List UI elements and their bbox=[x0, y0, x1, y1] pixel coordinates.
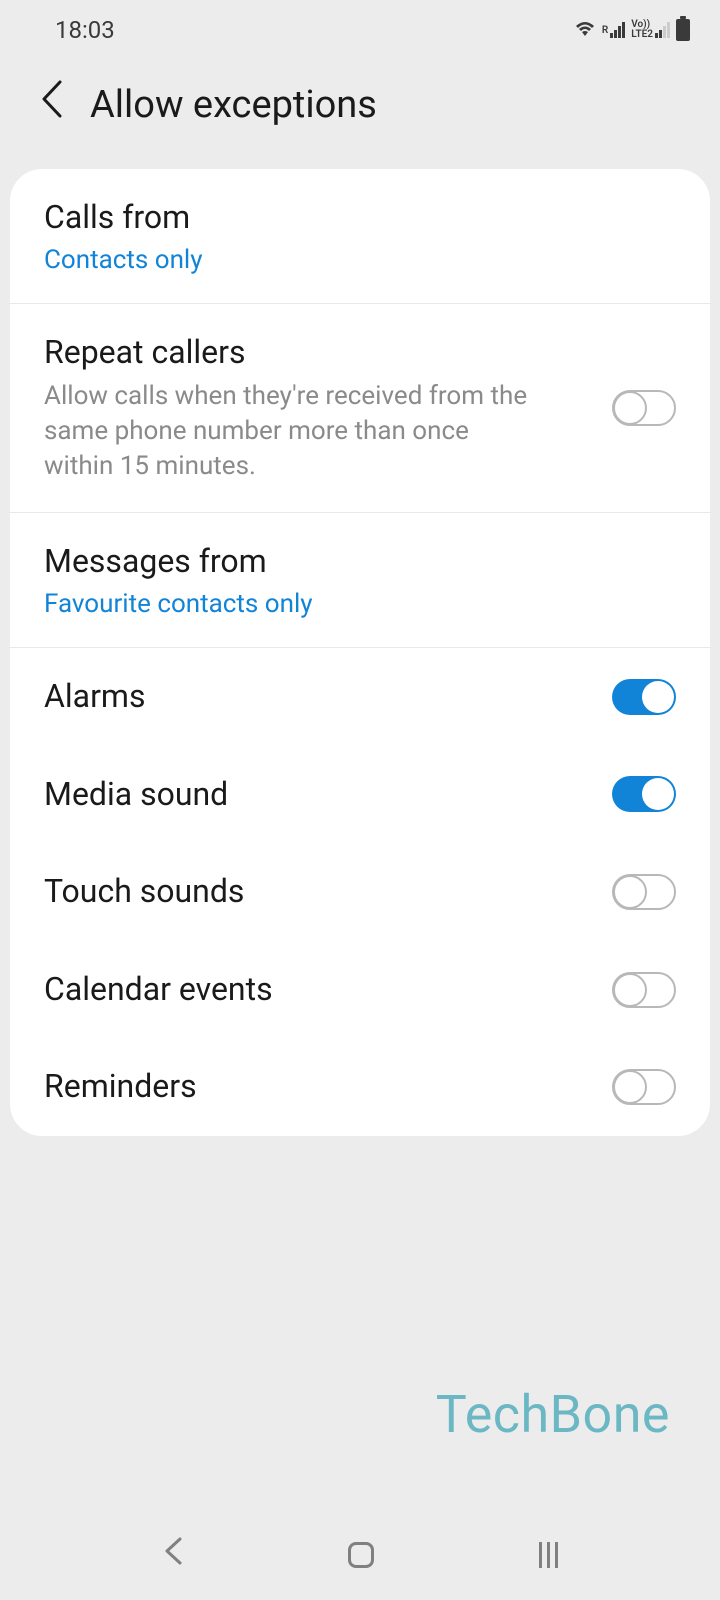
calls-from-value: Contacts only bbox=[44, 245, 676, 275]
touch-sounds-title: Touch sounds bbox=[44, 871, 244, 913]
calendar-events-toggle[interactable] bbox=[612, 972, 676, 1008]
signal-volte-icon: Vo)) LTE2 bbox=[631, 20, 670, 40]
calendar-events-row[interactable]: Calendar events bbox=[10, 941, 710, 1039]
back-icon[interactable] bbox=[40, 80, 62, 129]
nav-recents-icon[interactable] bbox=[539, 1542, 558, 1568]
status-bar: 18:03 R Vo)) LTE2 bbox=[0, 0, 720, 60]
messages-from-title: Messages from bbox=[44, 541, 676, 583]
calls-from-row[interactable]: Calls from Contacts only bbox=[10, 169, 710, 304]
repeat-callers-row[interactable]: Repeat callers Allow calls when they're … bbox=[10, 304, 710, 514]
reminders-row[interactable]: Reminders bbox=[10, 1038, 710, 1136]
alarms-toggle[interactable] bbox=[612, 679, 676, 715]
repeat-callers-toggle[interactable] bbox=[612, 390, 676, 426]
alarms-title: Alarms bbox=[44, 676, 145, 718]
reminders-toggle[interactable] bbox=[612, 1069, 676, 1105]
nav-home-icon[interactable] bbox=[348, 1542, 374, 1568]
battery-icon bbox=[676, 19, 690, 41]
touch-sounds-toggle[interactable] bbox=[612, 874, 676, 910]
messages-from-value: Favourite contacts only bbox=[44, 589, 676, 619]
settings-card: Calls from Contacts only Repeat callers … bbox=[10, 169, 710, 1136]
alarms-row[interactable]: Alarms bbox=[10, 648, 710, 746]
status-icons: R Vo)) LTE2 bbox=[574, 16, 690, 44]
touch-sounds-row[interactable]: Touch sounds bbox=[10, 843, 710, 941]
calls-from-title: Calls from bbox=[44, 197, 676, 239]
wifi-icon bbox=[574, 16, 596, 44]
calendar-events-title: Calendar events bbox=[44, 969, 273, 1011]
nav-back-icon[interactable] bbox=[163, 1535, 183, 1575]
status-time: 18:03 bbox=[55, 16, 115, 44]
header: Allow exceptions bbox=[0, 60, 720, 169]
watermark: TechBone bbox=[436, 1384, 670, 1445]
media-sound-toggle[interactable] bbox=[612, 776, 676, 812]
reminders-title: Reminders bbox=[44, 1066, 197, 1108]
messages-from-row[interactable]: Messages from Favourite contacts only bbox=[10, 513, 710, 648]
page-title: Allow exceptions bbox=[90, 83, 377, 127]
media-sound-title: Media sound bbox=[44, 774, 228, 816]
nav-bar bbox=[0, 1510, 720, 1600]
signal-roaming-icon: R bbox=[602, 22, 625, 38]
repeat-callers-title: Repeat callers bbox=[44, 332, 612, 374]
media-sound-row[interactable]: Media sound bbox=[10, 746, 710, 844]
repeat-callers-desc: Allow calls when they're received from t… bbox=[44, 379, 544, 484]
